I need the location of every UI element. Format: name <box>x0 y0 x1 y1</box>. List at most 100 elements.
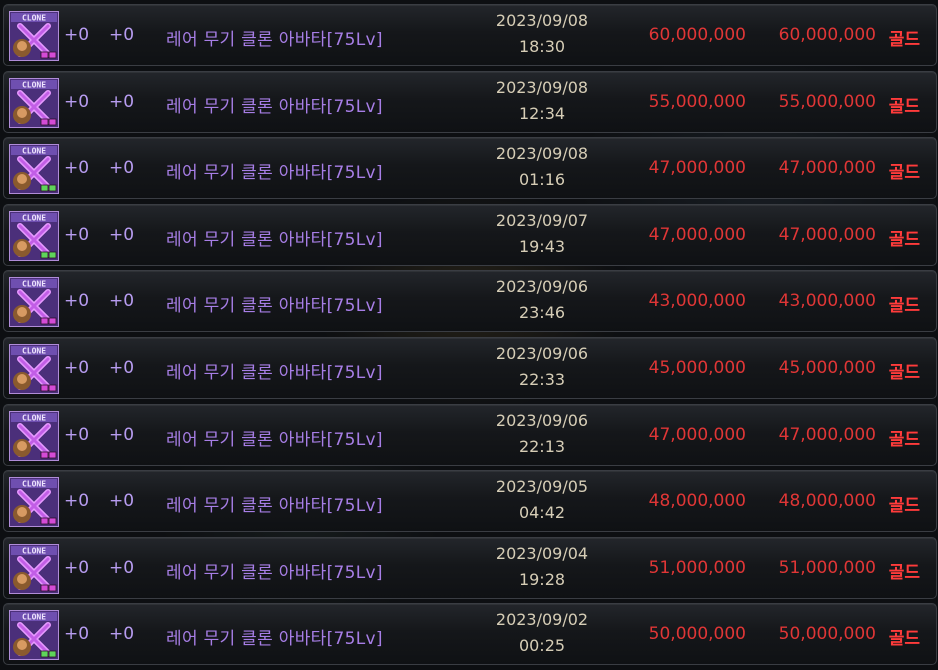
upgrade-level-b: +0 <box>109 358 135 378</box>
upgrade-level-a: +0 <box>64 624 90 644</box>
history-row[interactable]: CLONE +0 +0 레어 무기 클론 아바타[75Lv] 2023/09/0… <box>3 71 937 133</box>
upgrade-level-a: +0 <box>64 558 90 578</box>
upgrade-level-b: +0 <box>109 158 135 178</box>
upgrade-level-a: +0 <box>64 25 90 45</box>
history-row[interactable]: CLONE +0 +0 레어 무기 클론 아바타[75Lv] 2023/09/0… <box>3 470 937 532</box>
clone-weapon-avatar-icon[interactable]: CLONE <box>9 544 59 594</box>
clone-weapon-avatar-icon[interactable]: CLONE <box>9 211 59 261</box>
history-row[interactable]: CLONE +0 +0 레어 무기 클론 아바타[75Lv] 2023/09/0… <box>3 603 937 665</box>
unit-price: 51,000,000 <box>648 558 746 578</box>
clone-weapon-avatar-icon[interactable]: CLONE <box>9 144 59 194</box>
sale-time: 23:46 <box>518 303 566 322</box>
upgrade-level-a: +0 <box>64 425 90 445</box>
unit-price: 45,000,000 <box>648 358 746 378</box>
unit-price: 60,000,000 <box>648 25 746 45</box>
item-name[interactable]: 레어 무기 클론 아바타[75Lv] <box>166 624 383 649</box>
item-name[interactable]: 레어 무기 클론 아바타[75Lv] <box>166 25 383 50</box>
total-price: 50,000,000 <box>778 624 876 644</box>
total-price: 60,000,000 <box>778 25 876 45</box>
sale-date: 2023/09/04 <box>495 544 589 563</box>
upgrade-level-b: +0 <box>109 491 135 511</box>
sale-time: 04:42 <box>518 503 566 522</box>
total-price: 48,000,000 <box>778 491 876 511</box>
total-price: 47,000,000 <box>778 425 876 445</box>
history-row[interactable]: CLONE +0 +0 레어 무기 클론 아바타[75Lv] 2023/09/0… <box>3 404 937 466</box>
clone-weapon-avatar-icon[interactable]: CLONE <box>9 277 59 327</box>
upgrade-level-b: +0 <box>109 225 135 245</box>
total-price: 55,000,000 <box>778 92 876 112</box>
item-name[interactable]: 레어 무기 클론 아바타[75Lv] <box>166 225 383 250</box>
upgrade-level-a: +0 <box>64 291 90 311</box>
total-price: 45,000,000 <box>778 358 876 378</box>
upgrade-level-a: +0 <box>64 358 90 378</box>
clone-weapon-avatar-icon[interactable]: CLONE <box>9 11 59 61</box>
sale-date: 2023/09/08 <box>495 144 589 163</box>
total-price: 47,000,000 <box>778 225 876 245</box>
unit-price: 47,000,000 <box>648 158 746 178</box>
item-name[interactable]: 레어 무기 클론 아바타[75Lv] <box>166 358 383 383</box>
clone-weapon-avatar-icon[interactable]: CLONE <box>9 477 59 527</box>
clone-weapon-avatar-icon[interactable]: CLONE <box>9 411 59 461</box>
sale-date: 2023/09/06 <box>495 344 589 363</box>
upgrade-level-b: +0 <box>109 291 135 311</box>
unit-price: 55,000,000 <box>648 92 746 112</box>
sale-time: 22:13 <box>518 437 566 456</box>
upgrade-level-b: +0 <box>109 25 135 45</box>
sale-date: 2023/09/06 <box>495 277 589 296</box>
item-name[interactable]: 레어 무기 클론 아바타[75Lv] <box>166 291 383 316</box>
upgrade-level-a: +0 <box>64 158 90 178</box>
sale-date: 2023/09/07 <box>495 211 589 230</box>
currency-label: 골드 <box>888 430 920 450</box>
clone-label: CLONE <box>22 347 46 356</box>
upgrade-level-b: +0 <box>109 624 135 644</box>
item-name[interactable]: 레어 무기 클론 아바타[75Lv] <box>166 491 383 516</box>
currency-label: 골드 <box>888 163 920 183</box>
item-name[interactable]: 레어 무기 클론 아바타[75Lv] <box>166 558 383 583</box>
sale-time: 22:33 <box>518 370 566 389</box>
clone-label: CLONE <box>22 81 46 90</box>
item-name[interactable]: 레어 무기 클론 아바타[75Lv] <box>166 158 383 183</box>
currency-label: 골드 <box>888 629 920 649</box>
clone-label: CLONE <box>22 480 46 489</box>
upgrade-level-b: +0 <box>109 558 135 578</box>
currency-label: 골드 <box>888 496 920 516</box>
history-row[interactable]: CLONE +0 +0 레어 무기 클론 아바타[75Lv] 2023/09/0… <box>3 204 937 266</box>
total-price: 43,000,000 <box>778 291 876 311</box>
currency-label: 골드 <box>888 97 920 117</box>
sale-time: 00:25 <box>518 636 566 655</box>
upgrade-level-a: +0 <box>64 225 90 245</box>
sale-date: 2023/09/05 <box>495 477 589 496</box>
currency-label: 골드 <box>888 30 920 50</box>
clone-weapon-avatar-icon[interactable]: CLONE <box>9 78 59 128</box>
upgrade-level-a: +0 <box>64 491 90 511</box>
history-row[interactable]: CLONE +0 +0 레어 무기 클론 아바타[75Lv] 2023/09/0… <box>3 137 937 199</box>
clone-weapon-avatar-icon[interactable]: CLONE <box>9 344 59 394</box>
unit-price: 50,000,000 <box>648 624 746 644</box>
unit-price: 48,000,000 <box>648 491 746 511</box>
history-row[interactable]: CLONE +0 +0 레어 무기 클론 아바타[75Lv] 2023/09/0… <box>3 4 937 66</box>
unit-price: 43,000,000 <box>648 291 746 311</box>
clone-weapon-avatar-icon[interactable]: CLONE <box>9 610 59 660</box>
currency-label: 골드 <box>888 563 920 583</box>
upgrade-level-b: +0 <box>109 425 135 445</box>
item-name[interactable]: 레어 무기 클론 아바타[75Lv] <box>166 425 383 450</box>
currency-label: 골드 <box>888 296 920 316</box>
sale-date: 2023/09/08 <box>495 78 589 97</box>
upgrade-level-a: +0 <box>64 92 90 112</box>
sale-date: 2023/09/08 <box>495 11 589 30</box>
sale-time: 12:34 <box>518 104 566 123</box>
clone-label: CLONE <box>22 414 46 423</box>
unit-price: 47,000,000 <box>648 425 746 445</box>
clone-label: CLONE <box>22 547 46 556</box>
clone-label: CLONE <box>22 147 46 156</box>
unit-price: 47,000,000 <box>648 225 746 245</box>
history-row[interactable]: CLONE +0 +0 레어 무기 클론 아바타[75Lv] 2023/09/0… <box>3 337 937 399</box>
clone-label: CLONE <box>22 14 46 23</box>
history-row[interactable]: CLONE +0 +0 레어 무기 클론 아바타[75Lv] 2023/09/0… <box>3 537 937 599</box>
currency-label: 골드 <box>888 230 920 250</box>
item-name[interactable]: 레어 무기 클론 아바타[75Lv] <box>166 92 383 117</box>
total-price: 51,000,000 <box>778 558 876 578</box>
sale-time: 19:43 <box>518 237 566 256</box>
sale-time: 01:16 <box>518 170 566 189</box>
history-row[interactable]: CLONE +0 +0 레어 무기 클론 아바타[75Lv] 2023/09/0… <box>3 270 937 332</box>
